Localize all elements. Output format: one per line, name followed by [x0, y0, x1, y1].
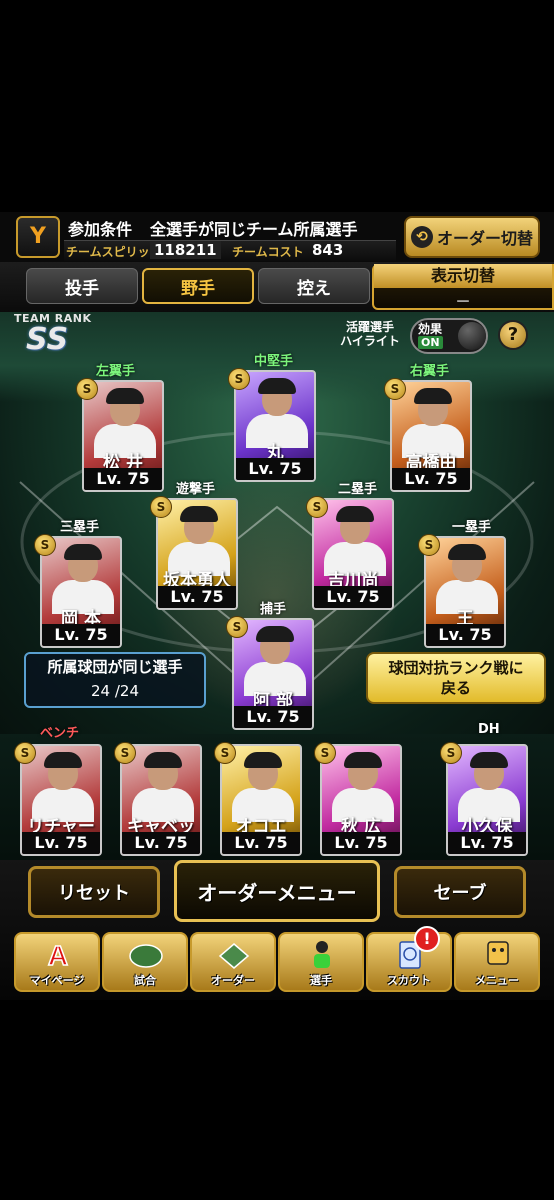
display-toggle-title: 表示切替 [374, 264, 552, 288]
pos-label-ss: 遊撃手 [176, 482, 216, 497]
notification-badge: ! [414, 926, 440, 952]
menu-icon [487, 941, 509, 965]
tab-reserve[interactable]: 控え [258, 268, 370, 304]
help-button[interactable]: ? [498, 320, 528, 350]
highlight-label: 活躍選手 ハイライト [340, 320, 400, 348]
nav-menu[interactable]: メニュー [454, 932, 540, 992]
stadium-icon [129, 944, 163, 968]
cost-value: 843 [312, 241, 344, 259]
effect-state: ON [418, 336, 443, 349]
spirit-label: チームスピリッツ [66, 245, 162, 259]
rarity-badge-icon: S [114, 742, 136, 764]
rarity-badge-icon: S [34, 534, 56, 556]
pos-label-2b: 二塁手 [338, 482, 378, 497]
condition-text: 全選手が同じチーム所属選手 [150, 220, 358, 239]
field-icon [218, 943, 250, 969]
pos-label-c: 捕手 [260, 602, 287, 617]
rarity-badge-icon: S [440, 742, 462, 764]
refresh-icon: ⟲ [410, 226, 433, 248]
pos-label-rf: 右翼手 [410, 364, 450, 379]
rarity-badge-icon: S [76, 378, 98, 400]
rarity-badge-icon: S [418, 534, 440, 556]
rarity-badge-icon: S [314, 742, 336, 764]
rank-battle-return-button[interactable]: 球団対抗ランク戦に 戻る [366, 652, 546, 704]
cost-label: チームコスト [232, 245, 304, 259]
effect-label: 効果 [418, 322, 443, 336]
team-rank-value: SS [26, 322, 69, 357]
bench-label: ベンチ [40, 726, 80, 741]
pos-label-1b: 一塁手 [452, 520, 492, 535]
nav-game[interactable]: 試合 [102, 932, 188, 992]
order-menu-button[interactable]: オーダーメニュー [174, 860, 380, 922]
tab-pitcher[interactable]: 投手 [26, 268, 138, 304]
order-switch-button[interactable]: ⟲ オーダー切替 [404, 216, 540, 258]
display-toggle-value: － [454, 292, 471, 311]
rarity-badge-icon: S [14, 742, 36, 764]
nav-player[interactable]: 選手 [278, 932, 364, 992]
toggle-knob [458, 322, 486, 350]
player-icon [314, 941, 330, 968]
rarity-badge-icon: S [228, 368, 250, 390]
rarity-badge-icon: S [214, 742, 236, 764]
mypage-icon: A [47, 939, 69, 970]
same-team-label: 所属球団が同じ選手 [47, 658, 183, 676]
spirit-value: 118211 [150, 241, 221, 259]
svg-text:A: A [48, 940, 68, 970]
save-button[interactable]: セーブ [394, 866, 526, 918]
rarity-badge-icon: S [226, 616, 248, 638]
reset-button[interactable]: リセット [28, 866, 160, 918]
team-logo: Y [16, 216, 60, 258]
condition-label: 参加条件 [68, 220, 133, 239]
pos-label-3b: 三塁手 [60, 520, 100, 535]
nav-order[interactable]: オーダー [190, 932, 276, 992]
order-switch-label: オーダー切替 [436, 229, 533, 248]
tab-fielder[interactable]: 野手 [142, 268, 254, 304]
same-team-count: 24 /24 [91, 682, 139, 700]
rarity-badge-icon: S [306, 496, 328, 518]
rarity-badge-icon: S [150, 496, 172, 518]
nav-mypage[interactable]: A マイページ [14, 932, 100, 992]
pos-label-lf: 左翼手 [96, 364, 136, 379]
rarity-badge-icon: S [384, 378, 406, 400]
dh-label: DH [478, 722, 500, 737]
pos-label-cf: 中堅手 [254, 354, 294, 369]
